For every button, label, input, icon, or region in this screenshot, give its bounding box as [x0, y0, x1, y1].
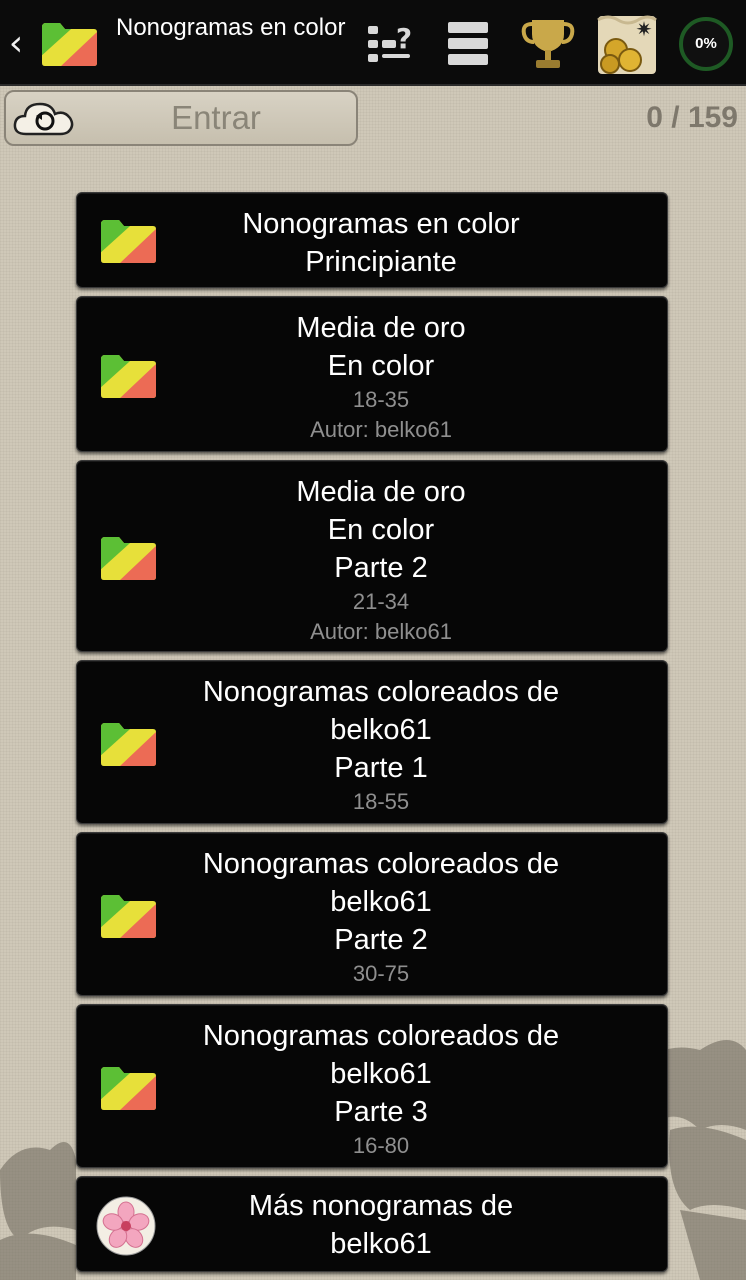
list-icon[interactable]	[438, 14, 498, 74]
solved-counter: 0 / 159	[646, 101, 738, 134]
item-range: 21-34	[352, 589, 410, 614]
list-item[interactable]: Nonogramas coloreados de belko61 Parte 1…	[76, 660, 668, 824]
cloud-sync-icon	[13, 102, 74, 136]
list-item[interactable]: Más nonogramas de belko61	[76, 1176, 668, 1272]
folder-icon	[101, 220, 156, 263]
item-title: Más nonogramas de	[248, 1190, 514, 1222]
login-button[interactable]: Entrar	[4, 90, 358, 146]
folder-icon	[42, 23, 97, 66]
list-item[interactable]: Media de oro En color Parte 2 21-34 Auto…	[76, 460, 668, 652]
item-title: En color	[327, 350, 435, 382]
top-app-bar: ‹ Nonogramas en color ? ✷ 0%	[0, 0, 746, 86]
item-title: Nonogramas en color	[242, 208, 520, 240]
progress-indicator[interactable]: 0%	[677, 15, 735, 73]
folder-icon	[101, 723, 156, 766]
flower-icon	[96, 1196, 156, 1256]
filter-unsolved-icon[interactable]: ?	[362, 14, 422, 74]
item-title: Nonogramas coloreados de	[202, 848, 560, 880]
page-title: Nonogramas en color	[116, 14, 346, 41]
item-title: Parte 1	[334, 752, 428, 784]
item-title: Parte 3	[334, 1096, 428, 1128]
item-range: 16-80	[352, 1133, 410, 1158]
item-title: Media de oro	[296, 476, 466, 508]
item-title: belko61	[330, 1228, 432, 1260]
folder-icon	[101, 895, 156, 938]
item-title: belko61	[330, 886, 432, 918]
progress-label: 0%	[695, 35, 717, 52]
item-author: Autor: belko61	[310, 417, 452, 442]
item-title: En color	[327, 514, 435, 546]
folder-icon	[101, 1067, 156, 1110]
svg-text:?: ?	[396, 22, 412, 55]
item-title: belko61	[330, 714, 432, 746]
list-item[interactable]: Nonogramas en color Principiante	[76, 192, 668, 288]
list-item[interactable]: Nonogramas coloreados de belko61 Parte 2…	[76, 832, 668, 996]
list-item[interactable]: Nonogramas coloreados de belko61 Parte 3…	[76, 1004, 668, 1168]
svg-text:✷: ✷	[636, 17, 653, 41]
item-range: 30-75	[352, 961, 410, 986]
item-author: Autor: belko61	[310, 619, 452, 644]
item-range: 18-55	[352, 789, 410, 814]
item-title: Nonogramas coloreados de	[202, 676, 560, 708]
item-title: Principiante	[305, 246, 457, 278]
item-title: Media de oro	[296, 312, 466, 344]
login-label: Entrar	[171, 99, 261, 136]
folder-icon	[101, 355, 156, 398]
item-title: Nonogramas coloreados de	[202, 1020, 560, 1052]
item-title: belko61	[330, 1058, 432, 1090]
coins-map-icon[interactable]: ✷	[594, 10, 660, 78]
trophy-icon[interactable]	[518, 14, 578, 74]
list-item[interactable]: Media de oro En color 18-35 Autor: belko…	[76, 296, 668, 452]
item-title: Parte 2	[334, 924, 428, 956]
item-range: 18-35	[352, 387, 410, 412]
folder-icon	[101, 537, 156, 580]
back-arrow-icon[interactable]: ‹	[4, 24, 28, 64]
item-title: Parte 2	[334, 552, 428, 584]
